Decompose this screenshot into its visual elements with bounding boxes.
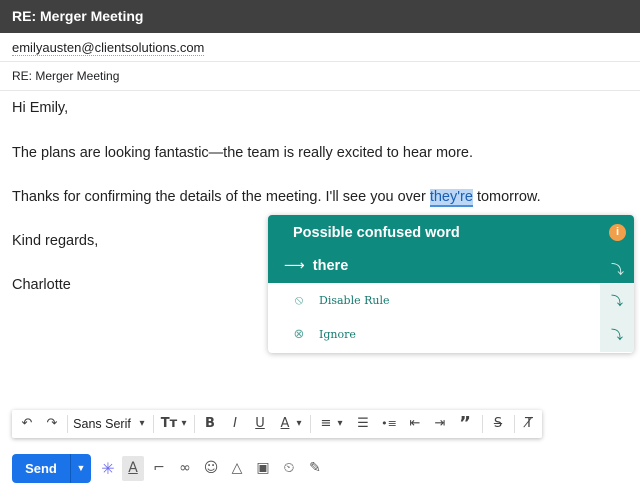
signature-icon[interactable]: ✎ [304, 456, 326, 481]
font-family-select[interactable]: Sans Serif [72, 410, 132, 438]
strikethrough-icon[interactable]: S [487, 410, 509, 438]
insert-photo-icon[interactable]: ▣ [252, 456, 274, 481]
text-color-icon[interactable]: A [275, 410, 295, 438]
ignore-row[interactable]: ⊗ Ignore ⤵ [268, 318, 634, 352]
toolbar-divider [482, 415, 483, 433]
send-button[interactable]: Send ▼ [12, 454, 91, 483]
apply-suggestion-icon[interactable]: ⤵ [611, 259, 624, 278]
disable-rule-label: Disable Rule [319, 294, 390, 307]
bulleted-list-icon[interactable]: •≡ [378, 410, 400, 438]
body-greeting: Hi Emily, [12, 100, 69, 116]
send-options-icon[interactable]: ▼ [71, 454, 91, 483]
drive-icon[interactable]: △ [226, 456, 248, 481]
clear-formatting-icon[interactable]: T̸ [518, 410, 540, 438]
subject-field[interactable]: RE: Merger Meeting [0, 62, 640, 91]
indent-less-icon[interactable]: ⇤ [404, 410, 426, 438]
align-icon[interactable]: ≡ [315, 410, 337, 438]
disable-rule-go-icon[interactable]: ⤵ [600, 284, 634, 318]
body-paragraph-1: The plans are looking fantastic—the team… [12, 145, 474, 161]
circle-x-icon: ⊗ [293, 327, 305, 342]
insert-link-icon[interactable]: ∞ [174, 456, 196, 481]
arrow-right-icon: ⟶ [284, 258, 305, 274]
ignore-go-icon[interactable]: ⤵ [600, 318, 634, 352]
body-signature: Charlotte [12, 277, 71, 293]
redo-icon[interactable]: ↷ [41, 410, 63, 438]
suggestion-header: Possible confused word i ⟶ there ⤵ [268, 215, 634, 283]
numbered-list-icon[interactable]: ☰ [352, 410, 374, 438]
italic-icon[interactable]: I [224, 410, 246, 438]
emoji-icon[interactable]: ☺ [200, 456, 222, 481]
align-caret-icon[interactable]: ▾ [335, 410, 345, 438]
body-paragraph-2: Thanks for confirming the details of the… [12, 189, 541, 207]
body-closing: Kind regards, [12, 233, 99, 249]
window-title: RE: Merger Meeting [0, 0, 640, 33]
font-caret-icon[interactable]: ▾ [136, 410, 148, 438]
info-icon[interactable]: i [609, 224, 626, 241]
send-label: Send [25, 461, 57, 476]
disable-rule-row[interactable]: ⦸ Disable Rule ⤵ [268, 284, 634, 318]
suggestion-word: there [312, 258, 349, 274]
toolbar-divider [153, 415, 154, 433]
highlighted-word[interactable]: they're [429, 189, 473, 207]
grammarly-icon[interactable]: ✳ [97, 456, 119, 481]
quote-icon[interactable]: ” [454, 410, 476, 438]
suggestion-title: Possible confused word [293, 225, 460, 241]
ignore-label: Ignore [319, 328, 356, 341]
size-caret-icon[interactable]: ▾ [179, 410, 189, 438]
toolbar-divider [310, 415, 311, 433]
toolbar-divider [514, 415, 515, 433]
formatting-options-icon[interactable]: A [122, 456, 144, 481]
recipient-email[interactable]: emilyausten@clientsolutions.com [12, 40, 205, 56]
font-size-icon[interactable]: Τт [158, 410, 180, 438]
grammarly-suggestion-card: Possible confused word i ⟶ there ⤵ ⦸ Disa… [268, 215, 634, 353]
indent-more-icon[interactable]: ⇥ [429, 410, 451, 438]
to-field[interactable]: emilyausten@clientsolutions.com [0, 33, 640, 62]
eye-slash-icon: ⦸ [294, 293, 304, 308]
underline-icon[interactable]: U [249, 410, 271, 438]
toolbar-divider [194, 415, 195, 433]
toolbar-divider [67, 415, 68, 433]
color-caret-icon[interactable]: ▾ [294, 410, 304, 438]
formatting-toolbar: ↶ ↷ Sans Serif ▾ Τт ▾ B I U A ▾ ≡ ▾ ☰ •≡… [12, 410, 542, 438]
bold-icon[interactable]: B [199, 410, 221, 438]
confidential-mode-icon[interactable]: ⏲ [278, 456, 300, 481]
suggestion-replacement[interactable]: ⟶ there [284, 258, 348, 274]
attach-file-icon[interactable]: ⌐ [148, 456, 170, 481]
undo-icon[interactable]: ↶ [16, 410, 38, 438]
